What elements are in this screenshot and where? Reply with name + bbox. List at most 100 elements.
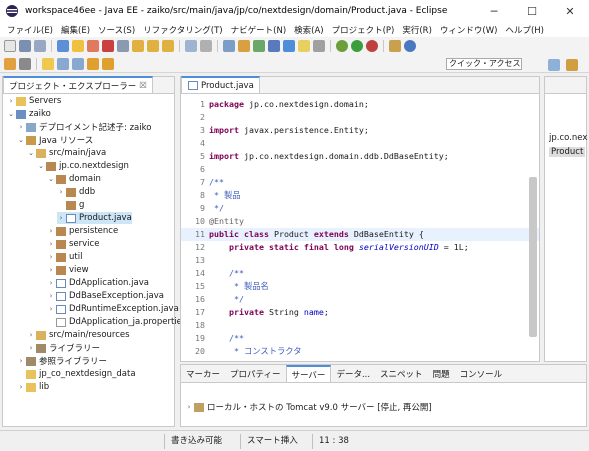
tree-item-libraries[interactable]: › ライブラリー	[27, 342, 100, 354]
tree-item-g[interactable]: g	[57, 199, 84, 211]
expand-arrow[interactable]: ›	[57, 188, 65, 196]
menu-project[interactable]: プロジェクト(P)	[328, 24, 399, 36]
tab-console[interactable]: コンソール	[455, 365, 508, 382]
tab-data[interactable]: データ...	[331, 365, 375, 382]
menu-window[interactable]: ウィンドウ(W)	[436, 24, 502, 36]
code-line[interactable]: 12 private static final long serialVersi…	[181, 241, 539, 254]
new-server-icon[interactable]	[389, 40, 401, 52]
close-icon[interactable]: ☒	[139, 81, 147, 91]
show-whitespace-icon[interactable]	[313, 40, 325, 52]
new-icon[interactable]	[4, 40, 16, 52]
code-line[interactable]: 9 */	[181, 202, 539, 215]
drop-to-frame-icon[interactable]	[185, 40, 197, 52]
tree-item-java-resources[interactable]: ⌄ Java リソース	[17, 134, 93, 146]
external-tools-icon[interactable]	[366, 40, 378, 52]
code-line[interactable]: 3 import javax.persistence.Entity;	[181, 124, 539, 137]
expand-arrow[interactable]: ›	[47, 266, 55, 274]
code-line[interactable]: 18	[181, 319, 539, 332]
tab-problems[interactable]: 問題	[428, 365, 455, 382]
tree-item-deployment[interactable]: › デプロイメント記述子: zaiko	[17, 121, 151, 133]
skip-breakpoints-icon[interactable]	[57, 40, 69, 52]
toggle-mark-icon[interactable]	[283, 40, 295, 52]
tree-item-jp-co-nextdesign[interactable]: ⌄ jp.co.nextdesign	[37, 160, 129, 172]
new-java-icon[interactable]	[253, 40, 265, 52]
tree-item-domain[interactable]: ⌄ domain	[47, 173, 101, 185]
code-line[interactable]: 19 /**	[181, 332, 539, 345]
annotation-prev-icon[interactable]	[72, 57, 84, 70]
expand-arrow[interactable]: ⌄	[7, 110, 15, 118]
editor-scrollbar[interactable]	[529, 177, 537, 337]
step-into-icon[interactable]	[132, 40, 144, 52]
expand-arrow[interactable]: ›	[17, 383, 25, 391]
expand-arrow[interactable]: ⌄	[17, 136, 25, 144]
code-line[interactable]: 11 public class Product extends DdBaseEnt…	[181, 228, 539, 241]
tree-item-view[interactable]: › view	[47, 264, 89, 276]
expand-arrow[interactable]: ›	[57, 214, 65, 222]
code-line[interactable]: 13	[181, 254, 539, 267]
quick-access-input[interactable]: クイック・アクセス	[446, 58, 522, 70]
tab-product-java[interactable]: Product.java	[181, 76, 260, 93]
code-area[interactable]: 1 package jp.co.nextdesign.domain; 2 3 impor…	[181, 94, 539, 361]
tree-item-ddbaseexception[interactable]: › DdBaseException.java	[47, 290, 164, 302]
outline-class-label[interactable]: Product	[549, 147, 586, 157]
run-icon[interactable]	[351, 40, 363, 52]
expand-arrow[interactable]: ›	[185, 403, 193, 411]
tab-snippets[interactable]: スニペット	[375, 365, 428, 382]
code-line[interactable]: 2	[181, 111, 539, 124]
terminate-icon[interactable]	[102, 40, 114, 52]
back-icon[interactable]	[87, 57, 99, 70]
menu-refactor[interactable]: リファクタリング(T)	[139, 24, 227, 36]
expand-arrow[interactable]: ›	[7, 97, 15, 105]
java-ee-perspective-icon[interactable]	[566, 59, 578, 71]
tree-item-util[interactable]: › util	[47, 251, 83, 263]
expand-arrow[interactable]: ›	[47, 227, 55, 235]
tree-item-servers[interactable]: › Servers	[7, 95, 62, 107]
code-line[interactable]: 1 package jp.co.nextdesign.domain;	[181, 98, 539, 111]
server-icon[interactable]	[223, 40, 235, 52]
pin-icon[interactable]	[19, 57, 31, 70]
code-line[interactable]: 21 */	[181, 358, 539, 361]
minimize-button[interactable]: ─	[475, 0, 513, 22]
server-row[interactable]: › ローカル・ホストの Tomcat v9.0 サーバー [停止, 再公開]	[185, 401, 432, 413]
tree-item-nextdesign-data[interactable]: jp_co_nextdesign_data	[17, 368, 136, 380]
annotation-next-icon[interactable]	[57, 57, 69, 70]
code-line[interactable]: 10 @Entity	[181, 215, 539, 228]
expand-arrow[interactable]: ⌄	[47, 175, 55, 183]
tree-item-src-main-resources[interactable]: › src/main/resources	[27, 329, 130, 341]
code-line[interactable]: 15 * 製品名	[181, 280, 539, 293]
resume-icon[interactable]	[72, 40, 84, 52]
save-icon[interactable]	[19, 40, 31, 52]
code-line[interactable]: 14 /**	[181, 267, 539, 280]
tree-item-src-main-java[interactable]: ⌄ src/main/java	[27, 147, 106, 159]
expand-arrow[interactable]: ›	[47, 305, 55, 313]
web-browser-icon[interactable]	[404, 40, 416, 52]
tree-item-persistence[interactable]: › persistence	[47, 225, 119, 237]
tree-item-ddb[interactable]: › ddb	[57, 186, 96, 198]
tree-item-referenced-libraries[interactable]: › 参照ライブラリー	[17, 355, 107, 367]
menu-source[interactable]: ソース(S)	[94, 24, 139, 36]
expand-arrow[interactable]: ⌄	[27, 149, 35, 157]
tree-item-zaiko[interactable]: ⌄ zaiko	[7, 108, 51, 120]
menu-navigate[interactable]: ナビゲート(N)	[227, 24, 291, 36]
save-all-icon[interactable]	[34, 40, 46, 52]
tree-item-ddapplication[interactable]: › DdApplication.java	[47, 277, 149, 289]
search-icon[interactable]	[42, 57, 54, 70]
disconnect-icon[interactable]	[117, 40, 129, 52]
code-line[interactable]: 5 import jp.co.nextdesign.domain.ddb.DdBa…	[181, 150, 539, 163]
expand-arrow[interactable]: ›	[17, 123, 25, 131]
open-type-icon[interactable]	[238, 40, 250, 52]
expand-arrow[interactable]: ›	[47, 240, 55, 248]
tab-project-explorer[interactable]: プロジェクト・エクスプローラー ☒	[3, 76, 153, 93]
step-over-icon[interactable]	[147, 40, 159, 52]
expand-arrow[interactable]: ›	[17, 357, 25, 365]
suspend-icon[interactable]	[87, 40, 99, 52]
open-task-icon[interactable]	[268, 40, 280, 52]
open-perspective-icon[interactable]	[4, 57, 16, 70]
debug-icon[interactable]	[336, 40, 348, 52]
code-line[interactable]: 20 * コンストラクタ	[181, 345, 539, 358]
code-line[interactable]: 16 */	[181, 293, 539, 306]
expand-arrow[interactable]: ›	[27, 331, 35, 339]
menu-edit[interactable]: 編集(E)	[57, 24, 94, 36]
tab-servers[interactable]: サーバー	[285, 365, 332, 382]
expand-arrow[interactable]: ›	[47, 279, 55, 287]
